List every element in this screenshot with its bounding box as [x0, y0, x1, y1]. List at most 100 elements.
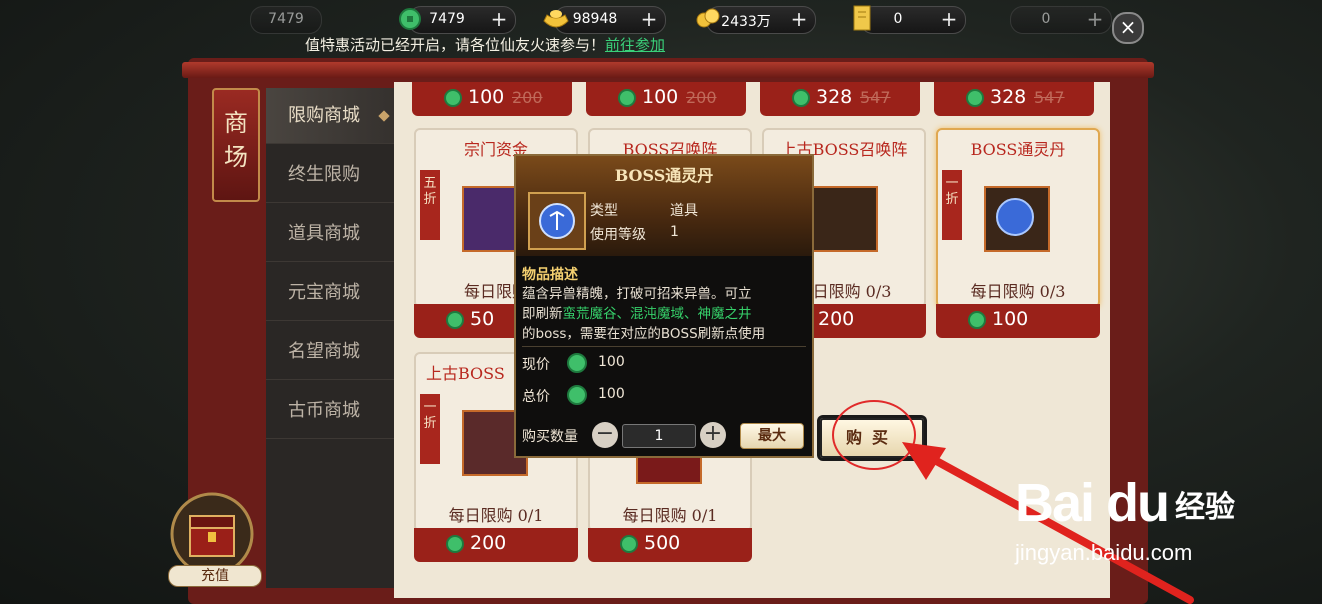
- price-bar: 328 547: [934, 82, 1094, 116]
- price-bar: 100 200: [586, 82, 746, 116]
- tab-label: 古币商城: [288, 400, 360, 421]
- tab-label: 道具商城: [288, 223, 360, 244]
- description-header: 物品描述: [522, 267, 578, 283]
- resource-ticket-dim: 0 +: [1010, 6, 1112, 34]
- jade-coin-icon: [567, 385, 587, 405]
- max-quantity-button[interactable]: 最大: [740, 423, 804, 449]
- price-now: 200: [818, 308, 855, 330]
- total-price-label: 总价: [522, 389, 550, 405]
- divider: [522, 346, 806, 347]
- resource-value: 0: [893, 11, 903, 27]
- add-ticket-button[interactable]: +: [1085, 7, 1105, 33]
- price-bar: 100: [936, 304, 1100, 338]
- price-bar: 100 200: [412, 82, 572, 116]
- description-highlight: 蛮荒魔谷、混沌魔域、神魔之井: [562, 306, 752, 322]
- tab-ingot-shop[interactable]: 元宝商城: [266, 265, 394, 321]
- increase-quantity-button[interactable]: +: [700, 422, 726, 448]
- now-price-label: 现价: [522, 357, 550, 373]
- price-now: 100: [468, 86, 505, 108]
- resource-gold-ingot: 98948 +: [543, 6, 666, 34]
- tab-prestige-shop[interactable]: 名望商城: [266, 324, 394, 380]
- watermark-url: jingyan.baidu.com: [1015, 540, 1193, 565]
- add-scroll-button[interactable]: +: [939, 7, 959, 33]
- jade-coin-icon: [567, 353, 587, 373]
- price-original: 547: [860, 88, 891, 107]
- resource-value: 0: [1041, 11, 1051, 27]
- shop-title-plaque: 商场: [212, 88, 260, 202]
- daily-limit: 每日限购 0/3: [970, 282, 1066, 301]
- banner-link[interactable]: 前往参加: [605, 36, 665, 54]
- active-marker-icon: [378, 110, 390, 122]
- tab-ancient-coin-shop[interactable]: 古币商城: [266, 383, 394, 439]
- description-line: 的boss，需要在对应的BOSS刷新点使用: [522, 326, 766, 342]
- resource-jade: 7479 +: [399, 6, 516, 34]
- price-now: 500: [644, 532, 681, 554]
- resource-value: 2433万: [721, 14, 771, 30]
- jade-coin-icon: [968, 311, 986, 329]
- description-text-part: 即刷新: [522, 306, 563, 322]
- tab-limited-shop[interactable]: 限购商城: [266, 88, 394, 144]
- discount-tag: 一折: [420, 394, 440, 464]
- description-text: 蕴含异兽精魄，打破可招来异兽。可立 即刷新蛮荒魔谷、混沌魔域、神魔之井 的bos…: [522, 284, 804, 344]
- type-label: 类型: [590, 203, 618, 219]
- price-now: 100: [642, 86, 679, 108]
- type-value: 道具: [670, 203, 698, 219]
- price-bar: 200: [414, 528, 578, 562]
- price-bar: 328 547: [760, 82, 920, 116]
- orb-icon: [996, 198, 1034, 236]
- price-now: 328: [816, 86, 853, 108]
- add-gold-button[interactable]: +: [639, 7, 659, 33]
- resource-value: 98948: [572, 11, 618, 27]
- banner-text: 值特惠活动已经开启，请各位仙友火速参与！: [305, 36, 606, 54]
- price-original: 547: [1034, 88, 1065, 107]
- now-price-value: 100: [598, 354, 625, 370]
- price-bar: 500: [588, 528, 752, 562]
- shop-item-card-selected[interactable]: BOSS通灵丹 一折 每日限购 0/3: [936, 128, 1100, 308]
- jade-coin-icon: [792, 89, 810, 107]
- price-original: 200: [512, 88, 543, 107]
- level-label: 使用等级: [590, 227, 646, 243]
- jade-coin-icon: [446, 535, 464, 553]
- price-original: 200: [686, 88, 717, 107]
- close-button[interactable]: ×: [1112, 12, 1144, 44]
- item-tooltip: BOSS通灵丹 类型 道具 使用等级 1 物品描述 蕴含异兽精魄，打破可招来异兽…: [514, 154, 814, 458]
- topup-label[interactable]: 充值: [168, 565, 262, 587]
- tab-label: 名望商城: [288, 341, 360, 362]
- resource-value: 7479: [429, 11, 465, 27]
- jade-coin-icon: [446, 311, 464, 329]
- tab-lifetime-limit[interactable]: 终生限购: [266, 147, 394, 203]
- price-now: 50: [470, 308, 495, 330]
- resource-jade-dim: 7479: [250, 6, 322, 34]
- add-jade-button[interactable]: +: [489, 7, 509, 33]
- resource-value: 7479: [268, 11, 304, 27]
- daily-limit: 每日限购 0/1: [448, 506, 544, 525]
- tab-label: 终生限购: [288, 164, 360, 185]
- discount-tag: 五折: [420, 170, 440, 240]
- decrease-quantity-button[interactable]: −: [592, 422, 618, 448]
- event-banner: 值特惠活动已经开启，请各位仙友火速参与！前往参加: [305, 34, 665, 55]
- watermark-brand: Bai du: [1015, 473, 1170, 533]
- shop-frame-top: [182, 62, 1154, 78]
- level-value: 1: [670, 224, 679, 240]
- add-coins-button[interactable]: +: [789, 7, 809, 33]
- quantity-label: 购买数量: [522, 429, 578, 445]
- quantity-input[interactable]: 1: [622, 424, 696, 448]
- jade-coin-icon: [444, 89, 462, 107]
- discount-tag: 一折: [942, 170, 962, 240]
- description-line: 蕴含异兽精魄，打破可招来异兽。可立: [522, 286, 752, 302]
- resource-scroll: 0 +: [853, 5, 966, 34]
- shop-sidebar: 限购商城 终生限购 道具商城 元宝商城 名望商城 古币商城: [266, 88, 394, 588]
- tab-label: 元宝商城: [288, 282, 360, 303]
- price-now: 328: [990, 86, 1027, 108]
- tab-label: 限购商城: [288, 105, 360, 126]
- watermark-suffix: 经验: [1175, 490, 1235, 525]
- orb-icon: [539, 203, 575, 239]
- tab-item-shop[interactable]: 道具商城: [266, 206, 394, 262]
- price-now: 200: [470, 532, 507, 554]
- description-line: 即刷新蛮荒魔谷、混沌魔域、神魔之井: [522, 304, 804, 324]
- tooltip-title: BOSS通灵丹: [614, 166, 714, 185]
- total-price-value: 100: [598, 386, 625, 402]
- item-name: BOSS通灵丹: [970, 140, 1066, 159]
- shop-title: 商场: [224, 109, 248, 171]
- jade-coin-icon: [618, 89, 636, 107]
